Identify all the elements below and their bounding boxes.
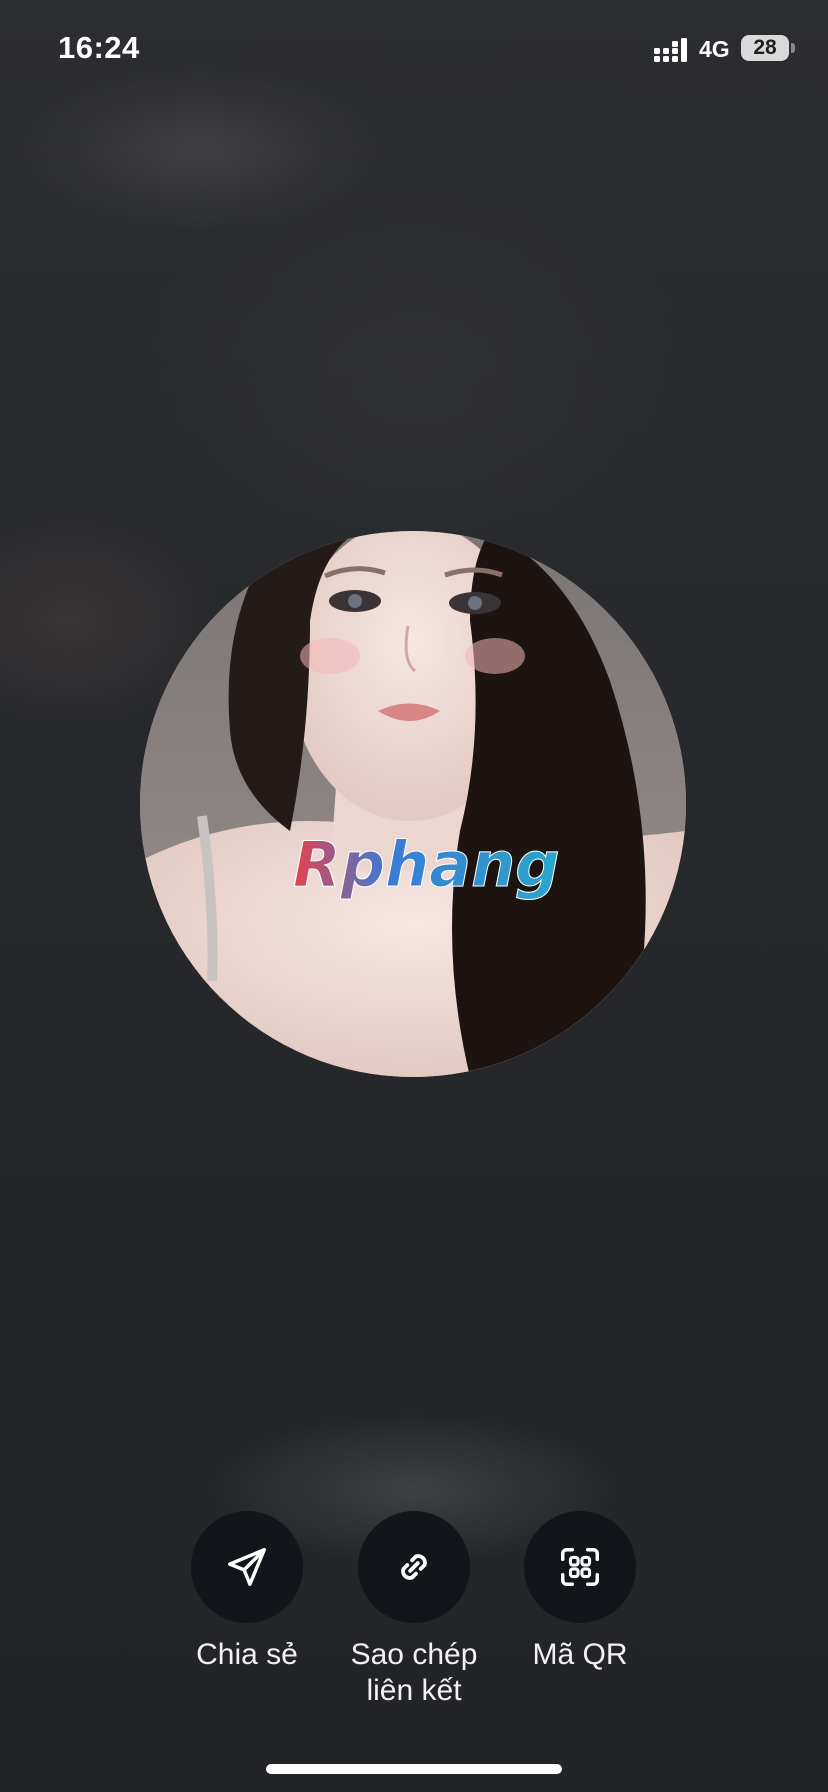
qr-code-label: Mã QR [532,1638,628,1671]
share-action[interactable]: Chia sẻ [162,1511,332,1673]
send-icon [228,1548,266,1586]
qr-code-button[interactable] [524,1511,636,1623]
copy-link-button[interactable] [358,1511,470,1623]
link-icon [401,1554,427,1580]
qr-code-icon [561,1548,599,1586]
avatar-watermark: Rphang [293,828,560,901]
network-type: 4G [699,36,730,62]
cellular-signal-icon [654,38,687,62]
battery-indicator: 28 [741,35,789,61]
share-label: Chia sẻ [196,1638,298,1671]
copy-link-action[interactable]: Sao chép liên kết [329,1511,499,1709]
share-button[interactable] [191,1511,303,1623]
avatar-photo: Rphang [140,531,686,1077]
qr-code-action[interactable]: Mã QR [495,1511,665,1673]
home-indicator[interactable] [266,1764,562,1774]
status-time: 16:24 [58,30,140,65]
status-bar: 16:24 4G 28 [0,0,828,100]
copy-link-label: Sao chép liên kết [350,1638,478,1707]
battery-tip [791,43,795,53]
profile-avatar: Rphang [140,531,686,1077]
